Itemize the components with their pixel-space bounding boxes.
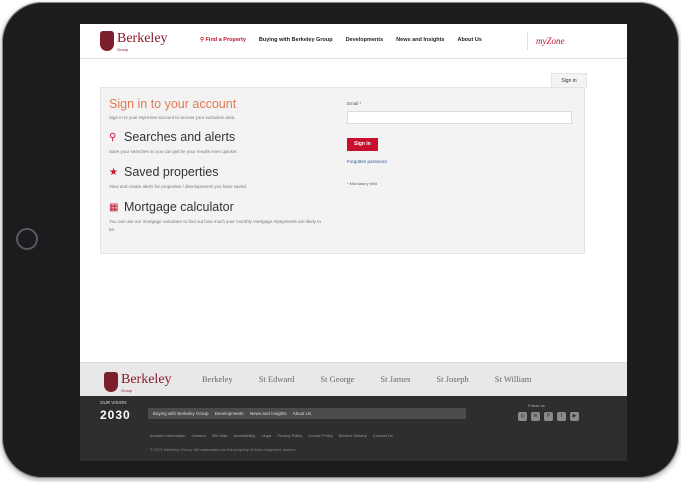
nav-label: Find a Property (205, 37, 246, 43)
legal-link[interactable]: Cookie Policy (308, 433, 332, 438)
nav-developments[interactable]: Developments (346, 37, 384, 43)
screen: Berkeley Group ⚲ Find a Property Buying … (80, 24, 627, 461)
instagram-icon[interactable]: ◎ (518, 412, 527, 421)
nav-buying[interactable]: Buying with Berkeley Group (259, 37, 333, 43)
nav-about[interactable]: About Us (457, 37, 481, 43)
home-button[interactable] (16, 228, 38, 250)
feature-title: Saved properties (124, 165, 219, 179)
legal-link[interactable]: Investor Information (150, 433, 185, 438)
footer-nav: Buying with Berkeley Group Developments … (148, 408, 466, 419)
linkedin-icon[interactable]: in (531, 412, 540, 421)
copyright-text: © 2021 Berkeley Group. All trademarks ar… (150, 447, 297, 452)
mandatory-note: * Mandatory field (347, 181, 378, 186)
legal-link[interactable]: Modern Slavery (339, 433, 367, 438)
main-nav: ⚲ Find a Property Buying with Berkeley G… (200, 37, 482, 43)
logo-subtext: Group (121, 388, 133, 393)
footer-nav-about[interactable]: About Us (293, 411, 312, 416)
site-footer: OUR VISION 2030 Buying with Berkeley Gro… (80, 396, 627, 461)
legal-link[interactable]: Accessibility (234, 433, 256, 438)
feature-desc: View and create alerts for properties / … (109, 184, 247, 189)
footer-nav-news[interactable]: News and Insights (250, 411, 287, 416)
brand-list: Berkeley St Edward St George St James St… (202, 374, 531, 384)
nav-find-property[interactable]: ⚲ Find a Property (200, 37, 246, 43)
follow-label: Follow us (528, 403, 545, 408)
crest-icon (104, 371, 118, 392)
brand-berkeley[interactable]: Berkeley (202, 374, 233, 384)
brand-st-james[interactable]: St James (380, 374, 410, 384)
logo-text: Berkeley (121, 372, 172, 387)
sign-in-button[interactable]: Sign in (347, 138, 378, 151)
legal-link[interactable]: Privacy Policy (277, 433, 302, 438)
legal-links: Investor Information Careers Site Map Ac… (150, 433, 398, 438)
footer-berkeley-logo[interactable]: Berkeley Group (104, 370, 172, 393)
sign-in-panel: Sign in to your account Sign in to your … (100, 87, 585, 254)
footer-nav-developments[interactable]: Developments (215, 411, 244, 416)
search-icon: ⚲ (109, 132, 117, 143)
forgotten-password-link[interactable]: Forgotten password (347, 159, 387, 164)
brand-bar: Berkeley Group Berkeley St Edward St Geo… (80, 362, 627, 397)
myzone-link[interactable]: myZone (527, 32, 565, 50)
crest-icon (100, 30, 114, 51)
feature-desc: You can use our mortgage calculator to f… (109, 219, 321, 232)
brand-st-george[interactable]: St George (320, 374, 354, 384)
vision-year: 2030 (100, 408, 131, 422)
legal-link[interactable]: Careers (191, 433, 205, 438)
social-links: ◎ in P t ▶ (518, 412, 579, 421)
vision-2030-logo[interactable]: OUR VISION 2030 (100, 400, 131, 424)
brand-st-joseph[interactable]: St Joseph (436, 374, 468, 384)
tab-sign-in[interactable]: Sign in (551, 73, 587, 88)
vision-label: OUR VISION (100, 400, 127, 405)
logo-subtext: Group (117, 47, 129, 52)
footer-nav-buying[interactable]: Buying with Berkeley Group (153, 411, 209, 416)
panel-title: Sign in to your account (109, 97, 237, 111)
brand-st-edward[interactable]: St Edward (259, 374, 295, 384)
calculator-icon: ▦ (109, 202, 119, 213)
feature-desc: Save your searches so you can get be you… (109, 149, 238, 154)
youtube-icon[interactable]: ▶ (570, 412, 579, 421)
brand-st-william[interactable]: St William (495, 374, 532, 384)
email-label: Email * (347, 101, 362, 106)
tablet-frame: Berkeley Group ⚲ Find a Property Buying … (2, 2, 679, 478)
legal-link[interactable]: Site Map (212, 433, 228, 438)
berkeley-logo[interactable]: Berkeley Group (100, 29, 168, 52)
legal-link[interactable]: Legal (261, 433, 271, 438)
search-icon: ⚲ (200, 37, 205, 43)
email-input[interactable] (347, 111, 572, 124)
feature-title: Mortgage calculator (124, 200, 234, 214)
logo-text: Berkeley (117, 31, 168, 46)
nav-news[interactable]: News and Insights (396, 37, 444, 43)
star-icon: ★ (109, 167, 118, 178)
pinterest-icon[interactable]: P (544, 412, 553, 421)
legal-link[interactable]: Contact Us (373, 433, 393, 438)
site-header: Berkeley Group ⚲ Find a Property Buying … (80, 24, 627, 59)
twitter-icon[interactable]: t (557, 412, 566, 421)
feature-title: Searches and alerts (124, 130, 236, 144)
panel-subtitle: Sign in to your MyHome account to access… (109, 115, 236, 120)
